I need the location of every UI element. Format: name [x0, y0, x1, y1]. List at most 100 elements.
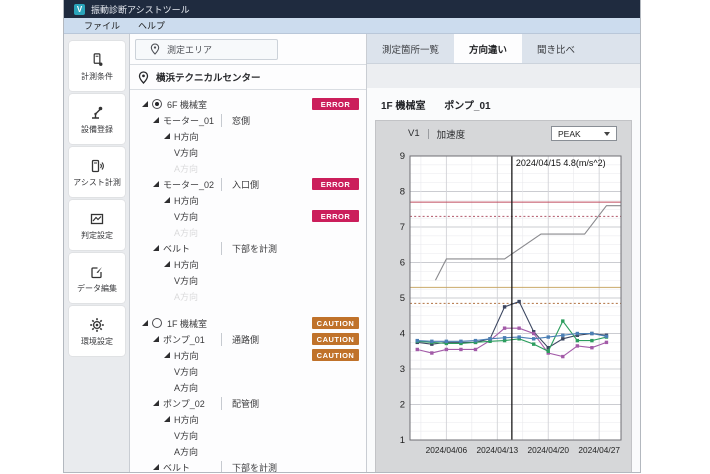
tree-expand-arrow-icon[interactable] [149, 181, 163, 187]
detail-location: 1F 機械室 [381, 101, 425, 112]
tree-item-label: ベルト [163, 242, 221, 255]
tree-row[interactable]: H方向 [130, 411, 366, 427]
peak-select[interactable]: PEAK [551, 126, 617, 141]
tree-row[interactable]: A方向 [130, 443, 366, 459]
sidebar-item-environment-settings[interactable]: 環境設定 [69, 306, 125, 356]
tree-row[interactable]: H方向 [130, 128, 366, 144]
tree-row[interactable]: V方向 [130, 427, 366, 443]
assist-device-icon [89, 157, 105, 175]
tree-row[interactable]: モーター_02入口側ERROR [130, 176, 366, 192]
measure-area-button[interactable]: 測定エリア [135, 39, 278, 60]
sidebar-item-label: 計測条件 [81, 71, 113, 82]
menu-item-help[interactable]: ヘルプ [138, 19, 165, 32]
tree-expand-arrow-icon[interactable] [160, 352, 174, 358]
tree-row[interactable]: A方向 [130, 379, 366, 395]
tree-row[interactable]: 1F 機械室CAUTION [130, 315, 366, 331]
trend-chart[interactable]: 2024/04/15 4.8(m/s^2)1234567892024/04/06… [380, 144, 628, 470]
tree-expand-arrow-icon[interactable] [160, 261, 174, 267]
tab-sub-band [367, 64, 640, 88]
tree-row[interactable]: H方向CAUTION [130, 347, 366, 363]
site-row[interactable]: 横浜テクニカルセンター [130, 65, 366, 90]
tree-item-sublabel: 入口側 [221, 178, 259, 191]
tree-item-label: 6F 機械室 [167, 98, 207, 111]
svg-text:6: 6 [400, 258, 405, 269]
chart-frame-icon [89, 210, 105, 228]
edit-icon [89, 263, 105, 281]
tree-row[interactable]: V方向 [130, 272, 366, 288]
area-panel: 測定エリア 横浜テクニカルセンター 6F 機械室ERRORモーター_01窓側H方… [130, 34, 367, 472]
tree-item-label: 1F 機械室 [167, 317, 207, 330]
peak-select-value: PEAK [558, 129, 581, 139]
sidebar-item-equipment-registration[interactable]: 設備登録 [69, 94, 125, 144]
tree-row[interactable]: H方向 [130, 256, 366, 272]
map-pin-icon [138, 71, 149, 84]
tree-row[interactable]: モーター_01窓側 [130, 112, 366, 128]
tree-expand-arrow-icon[interactable] [149, 400, 163, 406]
tree-row[interactable]: A方向 [130, 224, 366, 240]
tree-row[interactable]: V方向 ERROR [130, 208, 366, 224]
tree-expand-arrow-icon[interactable] [149, 117, 163, 123]
tree-item-label: V方向 [174, 210, 198, 223]
tree-item-label: ベルト [163, 461, 221, 474]
app-window: V 振動診断アシストツール ファイル ヘルプ 計測条件設備登録アシスト計測判定設定… [63, 0, 641, 473]
tree-expand-arrow-icon[interactable] [138, 101, 152, 107]
gear-icon [89, 316, 105, 334]
tree-radio-off[interactable] [152, 318, 162, 328]
tree-item-label: A方向 [174, 162, 198, 175]
tree-row[interactable]: ベルト下部を計測 [130, 240, 366, 256]
tree-row[interactable]: ポンプ_01通路側CAUTION [130, 331, 366, 347]
status-badge-caution: CAUTION [312, 333, 359, 345]
tree-expand-arrow-icon[interactable] [149, 464, 163, 470]
tree-item-label: ポンプ_01 [163, 333, 221, 346]
tree-item-label: V方向 [174, 146, 198, 159]
sidebar-item-data-edit[interactable]: データ編集 [69, 253, 125, 303]
tree-expand-arrow-icon[interactable] [160, 133, 174, 139]
chart-card: V1 加速度 PEAK 2024/04/15 4.8(m/s^2)1234567… [375, 120, 632, 472]
sidebar-item-measure-conditions[interactable]: 計測条件 [69, 41, 125, 91]
tree-item-sublabel: 下部を計測 [221, 461, 277, 474]
tab-strip: 測定箇所一覧方向違い聞き比べ [367, 34, 640, 64]
tree-item-label: V方向 [174, 429, 198, 442]
tree-item-label: V方向 [174, 274, 198, 287]
content-area: 計測条件設備登録アシスト計測判定設定データ編集環境設定 測定エリア [64, 34, 640, 472]
sidebar-item-label: 判定設定 [81, 230, 113, 241]
tree-radio-on[interactable] [152, 99, 162, 109]
status-badge-error: ERROR [312, 210, 359, 222]
channel-label: V1 [408, 128, 420, 139]
tree-item-label: A方向 [174, 226, 198, 239]
tree-expand-arrow-icon[interactable] [138, 320, 152, 326]
tree-row[interactable]: H方向 [130, 192, 366, 208]
detail-equipment: ポンプ_01 [444, 101, 490, 112]
tab-listen-compare[interactable]: 聞き比べ [522, 34, 590, 63]
tree-item-label: H方向 [174, 349, 199, 362]
tree-row[interactable]: A方向 [130, 288, 366, 304]
tree-expand-arrow-icon[interactable] [160, 197, 174, 203]
tree-item-label: A方向 [174, 445, 198, 458]
tree-row[interactable]: A方向 [130, 160, 366, 176]
tree-item-label: A方向 [174, 381, 198, 394]
svg-text:2024/04/20: 2024/04/20 [527, 445, 569, 455]
measure-area-label: 測定エリア [167, 43, 212, 56]
tree-row[interactable]: V方向 [130, 363, 366, 379]
svg-text:9: 9 [400, 151, 405, 162]
tree-item-sublabel: 下部を計測 [221, 242, 277, 255]
tree-row[interactable]: ベルト下部を計測 [130, 459, 366, 473]
sensor-icon [90, 51, 105, 69]
tree-expand-arrow-icon[interactable] [160, 416, 174, 422]
titlebar: V 振動診断アシストツール [64, 0, 640, 18]
svg-text:2024/04/06: 2024/04/06 [426, 445, 468, 455]
tab-measure-point-list[interactable]: 測定箇所一覧 [367, 34, 454, 63]
detail-header: 1F 機械室 ポンプ_01 [367, 88, 640, 118]
tab-direction-compare[interactable]: 方向違い [454, 34, 522, 63]
tree-row[interactable]: ポンプ_02配管側 [130, 395, 366, 411]
tree-row[interactable]: 6F 機械室ERROR [130, 96, 366, 112]
tree-item-label: モーター_01 [163, 114, 221, 127]
sidebar-item-judgement-settings[interactable]: 判定設定 [69, 200, 125, 250]
sidebar-item-assist-measurement[interactable]: アシスト計測 [69, 147, 125, 197]
tree-expand-arrow-icon[interactable] [149, 336, 163, 342]
menu-item-file[interactable]: ファイル [84, 19, 120, 32]
svg-text:4: 4 [400, 329, 405, 340]
status-badge-error: ERROR [312, 178, 359, 190]
tree-expand-arrow-icon[interactable] [149, 245, 163, 251]
tree-row[interactable]: V方向 [130, 144, 366, 160]
